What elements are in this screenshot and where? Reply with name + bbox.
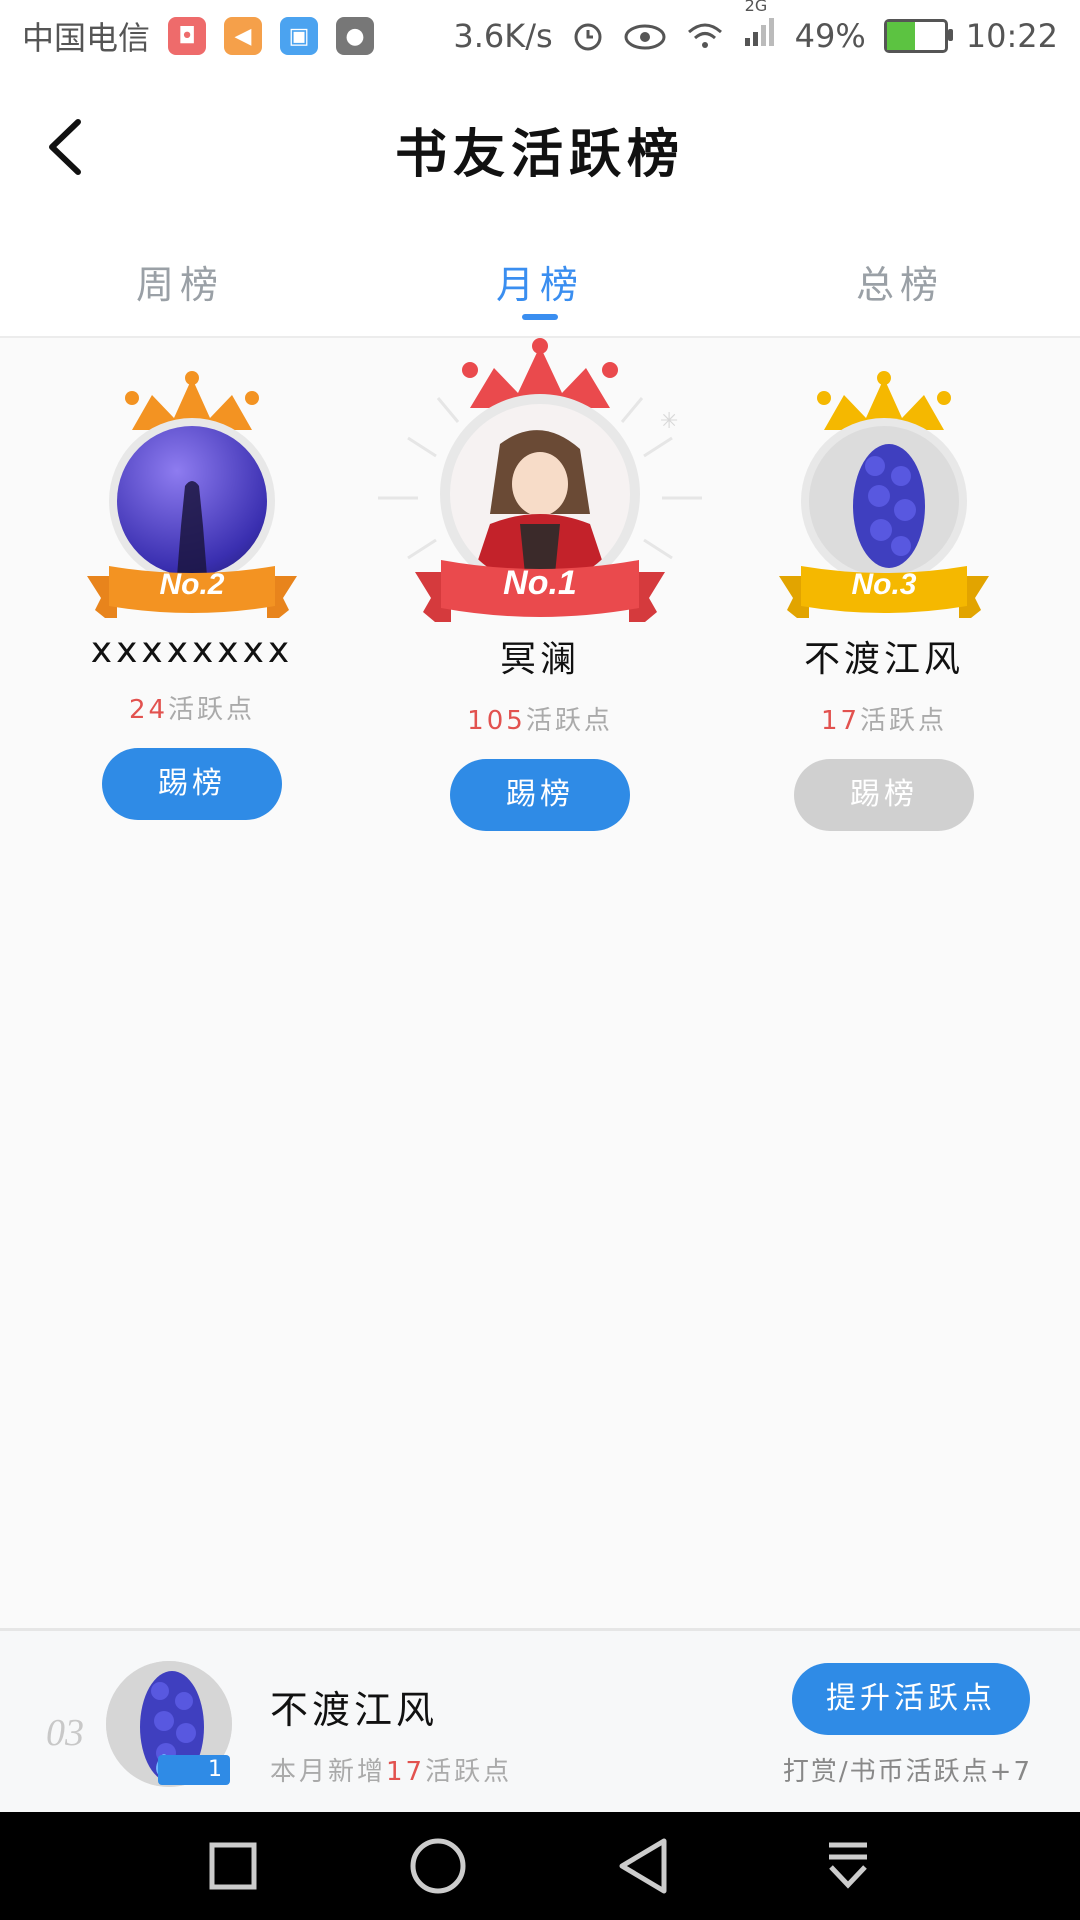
tab-active-indicator [522, 314, 558, 320]
leaderboard-podium: No.2 xxxxxxxx 24活跃点 踢榜 ✳ No.1 冥澜 105活跃点 … [0, 338, 1080, 938]
avatar[interactable] [109, 418, 275, 584]
tab-bar: 周榜 月榜 总榜 [0, 220, 1080, 338]
sub-prefix: 本月新增 [270, 1757, 387, 1787]
username: xxxxxxxx [90, 630, 294, 671]
battery-level [886, 22, 916, 50]
home-button[interactable] [406, 1834, 470, 1898]
back-button[interactable] [611, 1834, 675, 1898]
boost-activity-button[interactable]: 提升活跃点 [792, 1663, 1030, 1735]
square-icon [209, 1842, 256, 1890]
points-unit: 活跃点 [525, 706, 613, 736]
network-type: 2G [744, 0, 768, 15]
pull-down-icon [828, 1842, 867, 1889]
carrier-label: 中国电信 [22, 19, 151, 57]
avatar-image [117, 426, 267, 576]
status-bar: 中国电信 ◘ ◀ ▣ ● 3.6K/s 2G 49% 10:22 [0, 0, 1080, 72]
system-nav-bar [0, 1812, 1080, 1920]
notification-pulldown-button[interactable] [816, 1834, 880, 1898]
activity-points: 24活跃点 [42, 689, 342, 726]
eye-icon [624, 24, 666, 50]
triangle-back-icon [619, 1838, 666, 1894]
tab-label: 月榜 [495, 263, 584, 307]
network-speed: 3.6K/s [453, 17, 553, 55]
battery-icon [883, 19, 953, 53]
my-monthly-points: 本月新增17活跃点 [270, 1751, 512, 1788]
my-rank-bar: 03 1 不渡江风 本月新增17活跃点 提升活跃点 打赏/书币活跃点+7 [0, 1628, 1080, 1815]
tab-label: 周榜 [135, 263, 224, 307]
clock: 10:22 [965, 17, 1058, 55]
photo-app-icon: ● [336, 17, 375, 55]
tab-monthly[interactable]: 月榜 [360, 220, 720, 336]
shopping-app-icon: ◘ [168, 17, 207, 55]
sub-points-value: 17 [386, 1757, 426, 1787]
podium-slot-first: ✳ No.1 冥澜 105活跃点 踢榜 [378, 338, 702, 831]
points-unit: 活跃点 [860, 706, 948, 736]
rank-label: No.2 [159, 568, 225, 601]
gallery-app-icon: ▣ [280, 17, 319, 55]
tab-weekly[interactable]: 周榜 [0, 220, 360, 336]
boost-hint: 打赏/书币活跃点+7 [782, 1757, 1032, 1787]
podium-slot-third: No.3 不渡江风 17活跃点 踢榜 [734, 370, 1034, 831]
rank-label: No.1 [503, 564, 577, 602]
rank-label: No.3 [851, 568, 917, 601]
recents-button[interactable] [201, 1834, 265, 1898]
circle-icon [410, 1838, 465, 1894]
podium-slot-second: No.2 xxxxxxxx 24活跃点 踢榜 [42, 370, 342, 820]
avatar-image [809, 426, 959, 576]
battery-percent: 49% [794, 17, 866, 55]
signal-icon: 2G [743, 0, 777, 56]
points-value: 105 [467, 706, 526, 736]
points-unit: 活跃点 [168, 695, 256, 725]
kick-button[interactable]: 踢榜 [450, 759, 630, 831]
sub-suffix: 活跃点 [425, 1757, 513, 1787]
points-value: 24 [128, 695, 169, 725]
my-rank-number: 03 [46, 1712, 84, 1754]
app-header: 书友活跃榜 [0, 72, 1080, 220]
wifi-icon [687, 23, 722, 48]
megaphone-app-icon: ◀ [224, 17, 263, 55]
username: 不渡江风 [803, 639, 964, 680]
tab-total[interactable]: 总榜 [720, 220, 1080, 336]
activity-points: 17活跃点 [734, 700, 1034, 737]
points-value: 17 [820, 706, 861, 736]
tab-label: 总榜 [855, 263, 944, 307]
alarm-icon [574, 23, 602, 51]
kick-button-disabled[interactable]: 踢榜 [794, 759, 974, 831]
kick-button[interactable]: 踢榜 [102, 748, 282, 820]
avatar[interactable] [801, 418, 967, 584]
my-username: 不渡江风 [270, 1688, 439, 1732]
svg-text:✳: ✳ [660, 409, 678, 434]
username: 冥澜 [499, 639, 580, 680]
activity-points: 105活跃点 [390, 700, 690, 737]
page-title: 书友活跃榜 [394, 125, 685, 185]
fan-level-badge: 1 [158, 1755, 230, 1785]
